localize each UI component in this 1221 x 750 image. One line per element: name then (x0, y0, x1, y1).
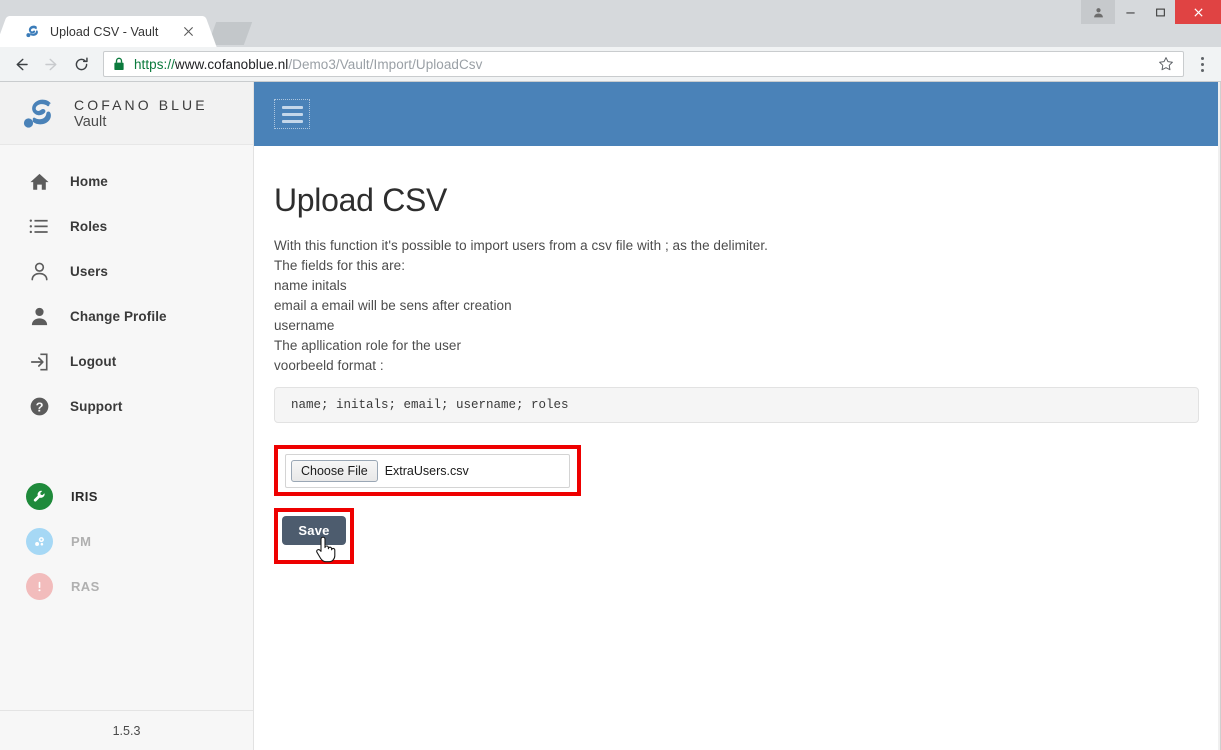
description-line: voorbeeld format : (274, 358, 384, 373)
sidebar-item-label: Logout (70, 354, 117, 369)
save-button[interactable]: Save (282, 516, 346, 545)
description-line: With this function it's possible to impo… (274, 238, 768, 253)
sidebar-apps: IRIS PM RAS (0, 429, 253, 609)
sidebar-item-label: Change Profile (70, 309, 167, 324)
sidebar-item-label: Support (70, 399, 123, 414)
description-line: email a email will be sens after creatio… (274, 298, 512, 313)
wrench-icon (26, 483, 53, 510)
sidebar-app-label: PM (71, 534, 92, 549)
window-close-icon[interactable] (1175, 0, 1221, 24)
svg-text:?: ? (35, 399, 43, 414)
minimize-icon[interactable] (1115, 0, 1145, 24)
sidebar-item-home[interactable]: Home (0, 159, 253, 204)
sidebar-app-label: IRIS (71, 489, 98, 504)
sidebar-item-support[interactable]: ? Support (0, 384, 253, 429)
reload-icon[interactable] (67, 50, 95, 78)
sidebar-nav: Home Roles Users Change Profile Logout ?… (0, 145, 253, 429)
lock-icon (113, 57, 126, 72)
url-text: https://www.cofanoblue.nl/Demo3/Vault/Im… (134, 57, 1151, 72)
sidebar-item-logout[interactable]: Logout (0, 339, 253, 384)
sidebar-version: 1.5.3 (0, 710, 253, 750)
cofano-logo-icon (18, 93, 62, 133)
description-line: The apllication role for the user (274, 338, 461, 353)
main-panel: Upload CSV With this function it's possi… (254, 146, 1220, 564)
window-controls (1081, 0, 1221, 24)
sidebar-app-iris[interactable]: IRIS (0, 474, 253, 519)
brand-text: COFANO BLUE Vault (74, 96, 208, 131)
back-arrow-icon[interactable] (7, 50, 35, 78)
sidebar-app-label: RAS (71, 579, 100, 594)
gear-icon (26, 528, 53, 555)
page-scrollbar[interactable] (1218, 82, 1220, 750)
brand-name: COFANO BLUE (74, 96, 208, 113)
maximize-icon[interactable] (1145, 0, 1175, 24)
close-icon[interactable] (180, 24, 196, 40)
page-title: Upload CSV (274, 182, 448, 218)
brand-subtitle: Vault (74, 113, 107, 130)
user-outline-icon (26, 261, 52, 282)
list-icon (26, 218, 52, 235)
sidebar-app-pm[interactable]: PM (0, 519, 253, 564)
description-line: username (274, 318, 335, 333)
description-line: The fields for this are: (274, 258, 406, 273)
forward-arrow-icon (37, 50, 65, 78)
browser-window: Upload CSV - Vault https://www.cofanoblu… (0, 0, 1221, 750)
cofano-favicon-icon (24, 23, 41, 40)
browser-toolbar: https://www.cofanoblue.nl/Demo3/Vault/Im… (0, 47, 1221, 82)
url-path: /Demo3/Vault/Import/UploadCsv (288, 56, 483, 72)
code-example-block: name; initals; email; username; roles (274, 387, 1199, 423)
home-icon (26, 171, 52, 192)
user-filled-icon (26, 306, 52, 327)
bookmark-star-icon[interactable] (1155, 53, 1177, 75)
selected-file-name: ExtraUsers.csv (384, 463, 469, 478)
sidebar-item-label: Roles (70, 219, 108, 234)
three-dot-menu-icon[interactable] (1190, 50, 1214, 78)
brand-header[interactable]: COFANO BLUE Vault (0, 82, 253, 145)
exclamation-icon (26, 573, 53, 600)
logout-arrow-icon (26, 352, 52, 372)
sidebar-item-change-profile[interactable]: Change Profile (0, 294, 253, 339)
app-topbar (254, 82, 1220, 146)
browser-tab[interactable]: Upload CSV - Vault (10, 16, 202, 47)
sidebar-app-ras[interactable]: RAS (0, 564, 253, 609)
file-input[interactable]: Choose File ExtraUsers.csv (285, 453, 570, 488)
file-upload-highlight: Choose File ExtraUsers.csv (274, 445, 581, 496)
hamburger-menu-icon[interactable] (274, 99, 310, 129)
question-circle-icon: ? (26, 396, 52, 417)
sidebar-item-roles[interactable]: Roles (0, 204, 253, 249)
description-line: name initals (274, 278, 347, 293)
tab-title: Upload CSV - Vault (50, 24, 159, 39)
url-scheme: https:// (134, 56, 175, 72)
save-button-highlight: Save (274, 508, 354, 564)
description-block: With this function it's possible to impo… (274, 236, 1196, 376)
page-viewport: COFANO BLUE Vault Home Roles Users Chang… (0, 82, 1221, 750)
url-host: www.cofanoblue.nl (174, 56, 289, 72)
sidebar-item-label: Home (70, 174, 108, 189)
content-area: Upload CSV With this function it's possi… (254, 82, 1220, 750)
sidebar-item-label: Users (70, 264, 109, 279)
sidebar: COFANO BLUE Vault Home Roles Users Chang… (0, 82, 254, 750)
address-bar[interactable]: https://www.cofanoblue.nl/Demo3/Vault/Im… (103, 51, 1184, 77)
choose-file-button[interactable]: Choose File (291, 459, 378, 482)
tab-strip: Upload CSV - Vault (0, 0, 1221, 47)
sidebar-item-users[interactable]: Users (0, 249, 253, 294)
profile-avatar-icon[interactable] (1081, 0, 1115, 24)
